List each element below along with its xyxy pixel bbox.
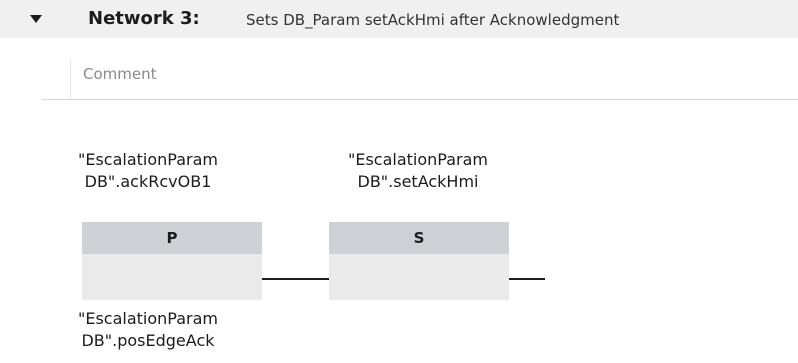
- p-operand-bottom[interactable]: "EscalationParam DB".posEdgeAck: [72, 309, 224, 351]
- s-coil-box[interactable]: S: [329, 222, 509, 300]
- network-number-label: Network 3:: [88, 8, 200, 29]
- s-operand-top-line1: "EscalationParam: [347, 150, 488, 169]
- s-operand-top[interactable]: "EscalationParam DB".setAckHmi: [318, 150, 518, 192]
- network-divider: [42, 99, 798, 100]
- s-operand-top-line2: DB".setAckHmi: [357, 172, 479, 191]
- ladder-wire: [262, 278, 329, 280]
- p-operand-top[interactable]: "EscalationParam DB".ackRcvOB1: [75, 150, 221, 192]
- p-operand-top-line1: "EscalationParam: [77, 150, 218, 169]
- network-header[interactable]: Network 3: Sets DB_Param setAckHmi after…: [0, 0, 798, 38]
- s-coil-label: S: [329, 222, 509, 254]
- collapse-triangle-icon[interactable]: [30, 15, 42, 23]
- network-comment-field[interactable]: Comment: [70, 59, 798, 100]
- p-contact-label: P: [82, 222, 262, 254]
- p-operand-top-line2: DB".ackRcvOB1: [84, 172, 212, 191]
- p-operand-bottom-line2: DB".posEdgeAck: [81, 331, 215, 350]
- network-title[interactable]: Sets DB_Param setAckHmi after Acknowledg…: [246, 11, 619, 29]
- ladder-editor: Network 3: Sets DB_Param setAckHmi after…: [0, 0, 798, 363]
- comment-placeholder: Comment: [83, 65, 157, 83]
- output-wire: [509, 278, 545, 280]
- p-contact-box[interactable]: P: [82, 222, 262, 300]
- p-operand-bottom-line1: "EscalationParam: [77, 309, 218, 328]
